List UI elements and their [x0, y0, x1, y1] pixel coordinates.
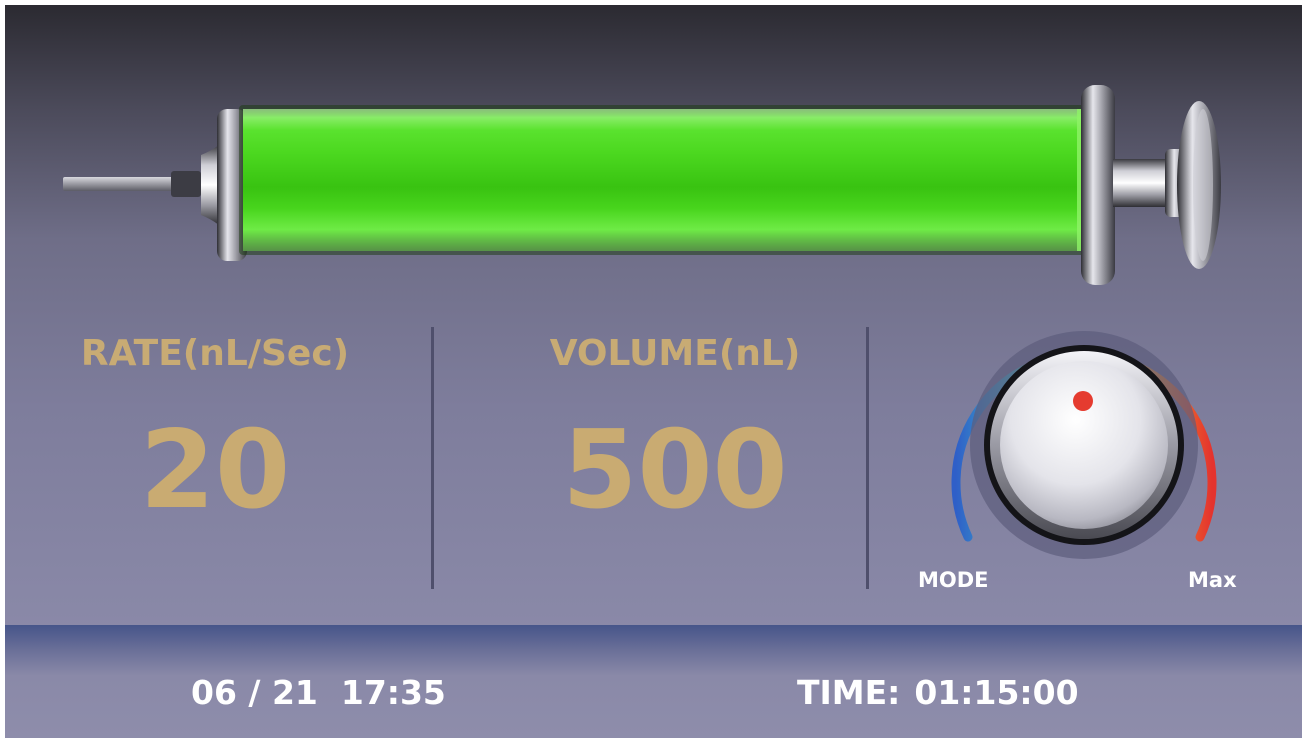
volume-label: VOLUME(nL) — [549, 333, 801, 374]
knob-indicator-dot — [1073, 391, 1093, 411]
rate-panel: RATE(nL/Sec) 20 — [45, 325, 385, 595]
mode-knob[interactable] — [910, 305, 1290, 565]
needle — [63, 177, 183, 191]
knob-mode-label: MODE — [918, 568, 989, 592]
status-footer: 06 / 21 17:35 TIME: 01:15:00 — [5, 625, 1302, 738]
panel-divider — [866, 327, 869, 589]
rate-value[interactable]: 20 — [45, 417, 385, 525]
syringe-tip — [201, 145, 219, 225]
knob-face — [1000, 361, 1168, 529]
rate-label: RATE(nL/Sec) — [80, 333, 350, 374]
plunger-thumb-rim — [1193, 109, 1213, 261]
volume-value[interactable]: 500 — [475, 417, 875, 525]
elapsed-time-label: TIME: — [797, 673, 901, 712]
knob-max-label: Max — [1188, 568, 1237, 592]
elapsed-time-value: 01:15:00 — [914, 673, 1079, 712]
syringe-graphic — [63, 85, 1221, 285]
elapsed-time: TIME: 01:15:00 — [797, 673, 1079, 712]
date-time-display: 06 / 21 17:35 — [191, 673, 446, 712]
needle-hub — [171, 171, 201, 197]
barrel-shine — [243, 109, 1087, 251]
volume-panel: VOLUME(nL) 500 — [475, 325, 875, 595]
pump-screen: RATE(nL/Sec) 20 VOLUME(nL) 500 MODE Max … — [5, 5, 1302, 738]
mode-knob-area: MODE Max — [910, 305, 1290, 605]
barrel-flange — [1081, 85, 1115, 285]
panel-divider — [431, 327, 434, 589]
